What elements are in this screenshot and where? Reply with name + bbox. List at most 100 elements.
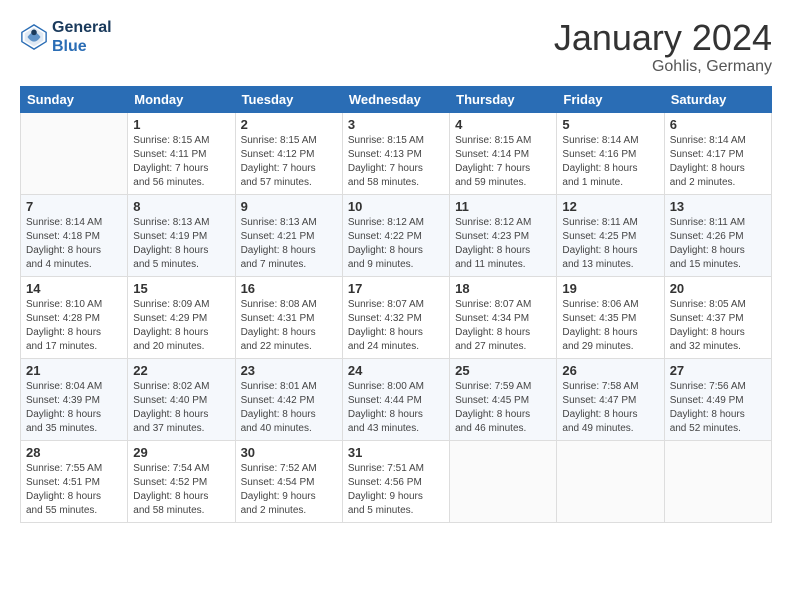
calendar-cell: 4 Sunrise: 8:15 AM Sunset: 4:14 PM Daylig… [450, 112, 557, 194]
calendar-cell: 1 Sunrise: 8:15 AM Sunset: 4:11 PM Daylig… [128, 112, 235, 194]
day-info: Sunrise: 8:14 AM Sunset: 4:18 PM Dayligh… [26, 216, 122, 272]
week-row-3: 14Sunrise: 8:10 AM Sunset: 4:28 PM Dayli… [21, 276, 772, 358]
day-info: Sunrise: 8:14 AM Sunset: 4:17 PM Dayligh… [670, 134, 766, 190]
day-info: Sunrise: 8:01 AM Sunset: 4:42 PM Dayligh… [241, 380, 337, 436]
day-number: 17 [348, 281, 444, 296]
calendar-cell: 31 Sunrise: 7:51 AM Sunset: 4:56 PM Dayli… [342, 440, 449, 522]
day-info: Sunrise: 8:00 AM Sunset: 4:44 PM Dayligh… [348, 380, 444, 436]
day-number: 26 [562, 363, 658, 378]
day-number: 19 [562, 281, 658, 296]
calendar-cell: 24 Sunrise: 8:00 AM Sunset: 4:44 PM Dayli… [342, 358, 449, 440]
day-info: Sunrise: 7:52 AM Sunset: 4:54 PM Dayligh… [241, 462, 337, 518]
logo: General Blue [20, 18, 112, 56]
day-number: 16 [241, 281, 337, 296]
day-number: 31 [348, 445, 444, 460]
day-number: 9 [241, 199, 337, 214]
day-info: Sunrise: 8:04 AM Sunset: 4:39 PM Dayligh… [26, 380, 122, 436]
day-number: 11 [455, 199, 551, 214]
day-info: Sunrise: 8:15 AM Sunset: 4:14 PM Dayligh… [455, 134, 551, 190]
day-number: 2 [241, 117, 337, 132]
calendar-cell: 5 Sunrise: 8:14 AM Sunset: 4:16 PM Daylig… [557, 112, 664, 194]
day-number: 13 [670, 199, 766, 214]
col-sunday: Sunday [21, 86, 128, 112]
day-number: 20 [670, 281, 766, 296]
day-number: 7 [26, 199, 122, 214]
day-number: 6 [670, 117, 766, 132]
calendar-cell [21, 112, 128, 194]
col-saturday: Saturday [664, 86, 771, 112]
calendar-cell: 15Sunrise: 8:09 AM Sunset: 4:29 PM Dayli… [128, 276, 235, 358]
calendar-cell: 8 Sunrise: 8:13 AM Sunset: 4:19 PM Daylig… [128, 194, 235, 276]
logo-icon [20, 23, 48, 51]
calendar-cell: 26Sunrise: 7:58 AM Sunset: 4:47 PM Dayli… [557, 358, 664, 440]
day-number: 21 [26, 363, 122, 378]
calendar-cell: 20Sunrise: 8:05 AM Sunset: 4:37 PM Dayli… [664, 276, 771, 358]
week-row-5: 28 Sunrise: 7:55 AM Sunset: 4:51 PM Dayli… [21, 440, 772, 522]
day-info: Sunrise: 8:11 AM Sunset: 4:26 PM Dayligh… [670, 216, 766, 272]
calendar-cell: 17 Sunrise: 8:07 AM Sunset: 4:32 PM Dayli… [342, 276, 449, 358]
day-number: 28 [26, 445, 122, 460]
calendar-cell: 28 Sunrise: 7:55 AM Sunset: 4:51 PM Dayli… [21, 440, 128, 522]
day-number: 24 [348, 363, 444, 378]
day-info: Sunrise: 7:55 AM Sunset: 4:51 PM Dayligh… [26, 462, 122, 518]
calendar-cell: 13 Sunrise: 8:11 AM Sunset: 4:26 PM Dayli… [664, 194, 771, 276]
day-number: 29 [133, 445, 229, 460]
week-row-2: 7 Sunrise: 8:14 AM Sunset: 4:18 PM Daylig… [21, 194, 772, 276]
page: General Blue January 2024 Gohlis, German… [0, 0, 792, 612]
day-number: 1 [133, 117, 229, 132]
calendar-cell: 11 Sunrise: 8:12 AM Sunset: 4:23 PM Dayli… [450, 194, 557, 276]
calendar-cell: 18Sunrise: 8:07 AM Sunset: 4:34 PM Dayli… [450, 276, 557, 358]
calendar-cell: 6 Sunrise: 8:14 AM Sunset: 4:17 PM Daylig… [664, 112, 771, 194]
day-info: Sunrise: 8:13 AM Sunset: 4:19 PM Dayligh… [133, 216, 229, 272]
calendar-cell: 14Sunrise: 8:10 AM Sunset: 4:28 PM Dayli… [21, 276, 128, 358]
day-info: Sunrise: 8:02 AM Sunset: 4:40 PM Dayligh… [133, 380, 229, 436]
calendar-cell: 16 Sunrise: 8:08 AM Sunset: 4:31 PM Dayli… [235, 276, 342, 358]
title-block: January 2024 Gohlis, Germany [554, 18, 772, 76]
location-subtitle: Gohlis, Germany [554, 58, 772, 76]
day-number: 3 [348, 117, 444, 132]
col-thursday: Thursday [450, 86, 557, 112]
calendar-cell [664, 440, 771, 522]
calendar-cell [450, 440, 557, 522]
day-info: Sunrise: 7:51 AM Sunset: 4:56 PM Dayligh… [348, 462, 444, 518]
col-wednesday: Wednesday [342, 86, 449, 112]
day-number: 12 [562, 199, 658, 214]
day-info: Sunrise: 8:12 AM Sunset: 4:22 PM Dayligh… [348, 216, 444, 272]
col-friday: Friday [557, 86, 664, 112]
day-info: Sunrise: 8:08 AM Sunset: 4:31 PM Dayligh… [241, 298, 337, 354]
day-number: 15 [133, 281, 229, 296]
day-info: Sunrise: 8:15 AM Sunset: 4:11 PM Dayligh… [133, 134, 229, 190]
day-number: 8 [133, 199, 229, 214]
day-number: 30 [241, 445, 337, 460]
day-info: Sunrise: 8:07 AM Sunset: 4:32 PM Dayligh… [348, 298, 444, 354]
month-title: January 2024 [554, 18, 772, 58]
day-info: Sunrise: 8:15 AM Sunset: 4:12 PM Dayligh… [241, 134, 337, 190]
week-row-1: 1 Sunrise: 8:15 AM Sunset: 4:11 PM Daylig… [21, 112, 772, 194]
calendar-cell: 12 Sunrise: 8:11 AM Sunset: 4:25 PM Dayli… [557, 194, 664, 276]
day-info: Sunrise: 7:54 AM Sunset: 4:52 PM Dayligh… [133, 462, 229, 518]
day-number: 25 [455, 363, 551, 378]
calendar-cell: 30 Sunrise: 7:52 AM Sunset: 4:54 PM Dayli… [235, 440, 342, 522]
logo-text: General Blue [52, 18, 112, 56]
calendar-cell: 2 Sunrise: 8:15 AM Sunset: 4:12 PM Daylig… [235, 112, 342, 194]
calendar-header-row: Sunday Monday Tuesday Wednesday Thursday… [21, 86, 772, 112]
calendar-cell: 23 Sunrise: 8:01 AM Sunset: 4:42 PM Dayli… [235, 358, 342, 440]
day-info: Sunrise: 8:14 AM Sunset: 4:16 PM Dayligh… [562, 134, 658, 190]
day-number: 23 [241, 363, 337, 378]
calendar-cell: 22Sunrise: 8:02 AM Sunset: 4:40 PM Dayli… [128, 358, 235, 440]
col-monday: Monday [128, 86, 235, 112]
day-number: 10 [348, 199, 444, 214]
col-tuesday: Tuesday [235, 86, 342, 112]
day-number: 5 [562, 117, 658, 132]
day-info: Sunrise: 8:13 AM Sunset: 4:21 PM Dayligh… [241, 216, 337, 272]
day-number: 4 [455, 117, 551, 132]
day-info: Sunrise: 8:12 AM Sunset: 4:23 PM Dayligh… [455, 216, 551, 272]
calendar-cell: 25Sunrise: 7:59 AM Sunset: 4:45 PM Dayli… [450, 358, 557, 440]
calendar-table: Sunday Monday Tuesday Wednesday Thursday… [20, 86, 772, 523]
calendar-cell: 9 Sunrise: 8:13 AM Sunset: 4:21 PM Daylig… [235, 194, 342, 276]
day-info: Sunrise: 8:06 AM Sunset: 4:35 PM Dayligh… [562, 298, 658, 354]
day-info: Sunrise: 8:11 AM Sunset: 4:25 PM Dayligh… [562, 216, 658, 272]
calendar-cell [557, 440, 664, 522]
calendar-cell: 7 Sunrise: 8:14 AM Sunset: 4:18 PM Daylig… [21, 194, 128, 276]
calendar-cell: 10 Sunrise: 8:12 AM Sunset: 4:22 PM Dayli… [342, 194, 449, 276]
